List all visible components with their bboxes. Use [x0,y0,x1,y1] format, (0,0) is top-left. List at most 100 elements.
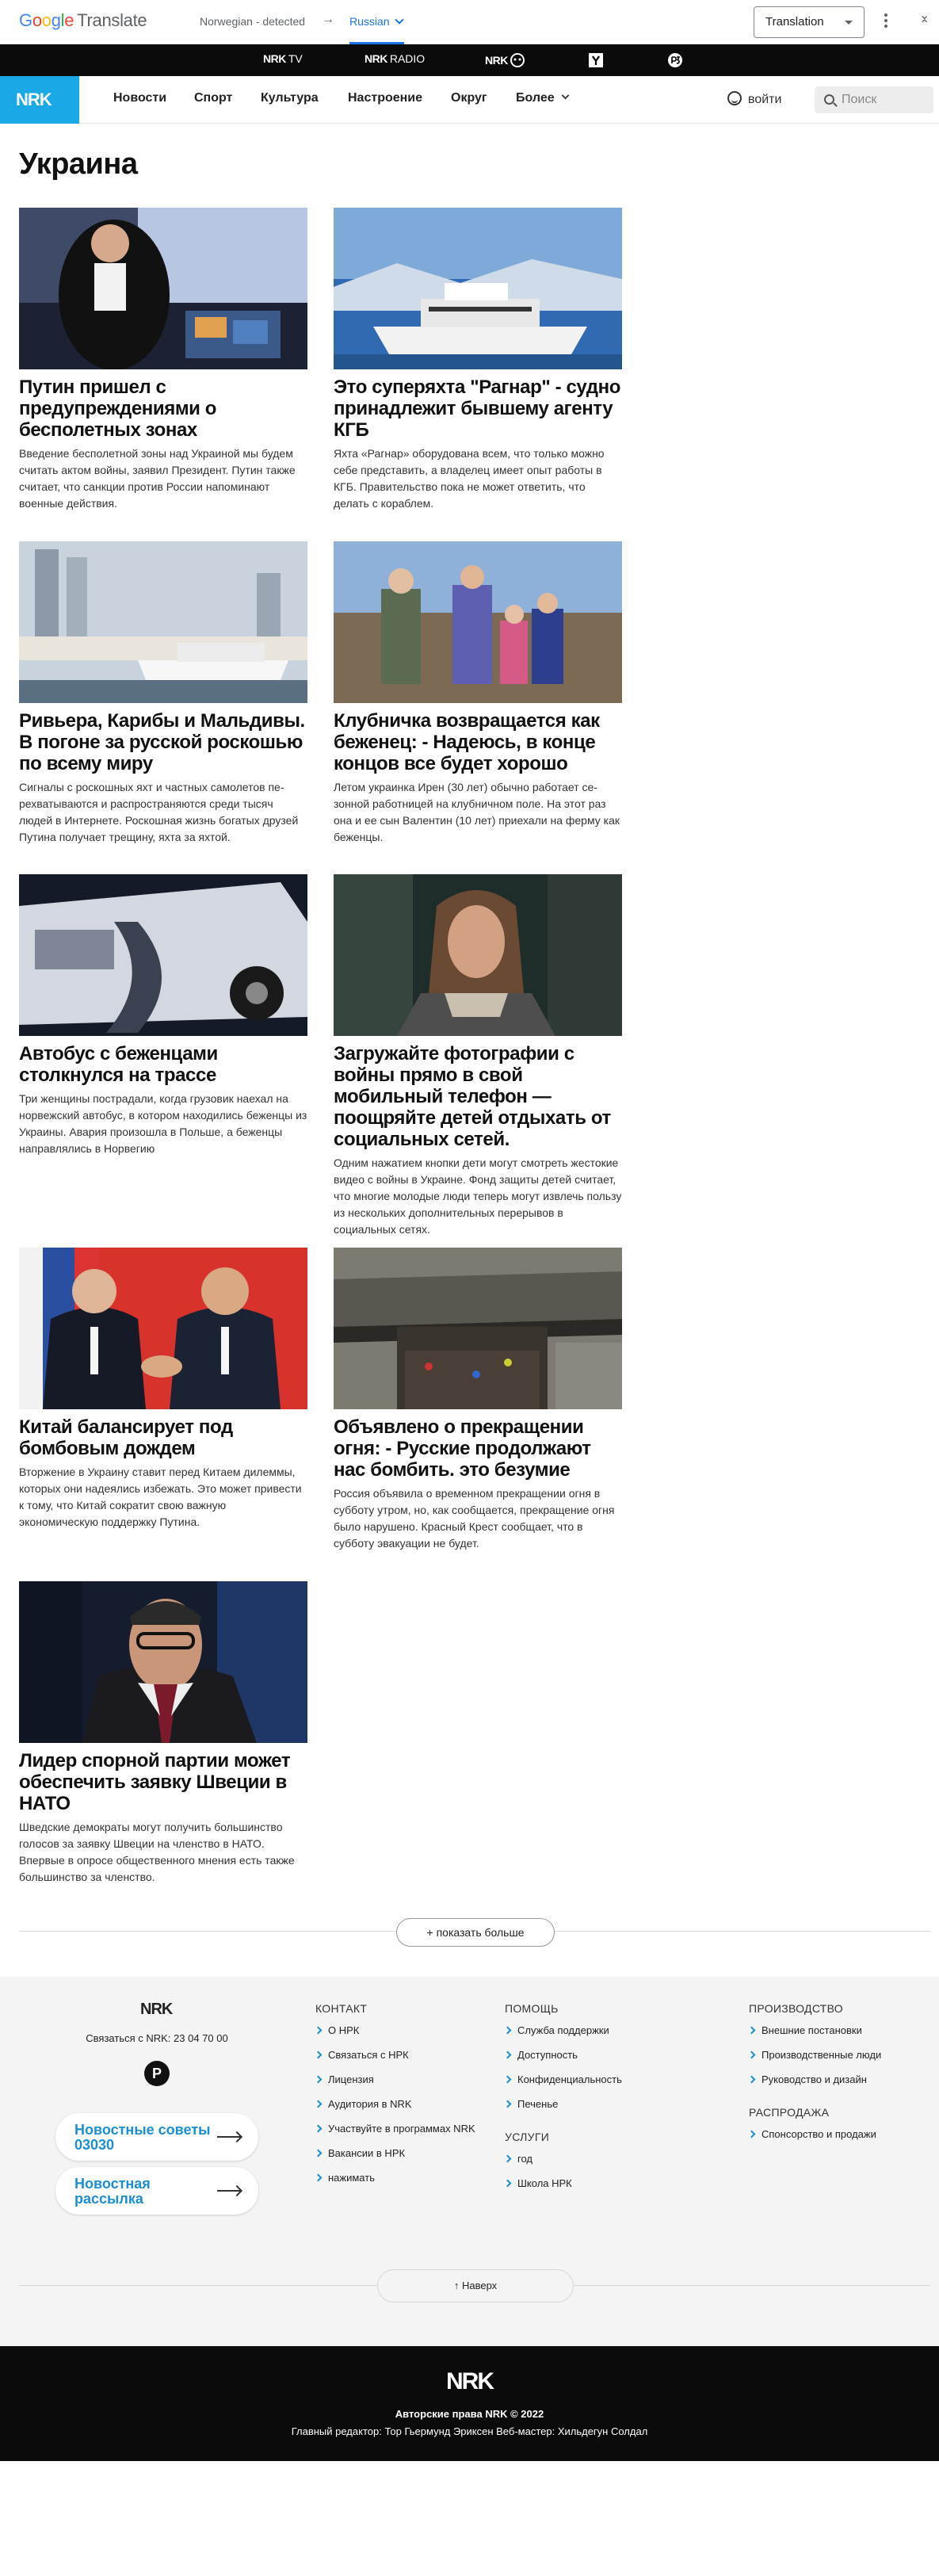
login-label: войти [748,93,782,106]
footer-link[interactable]: год [505,2153,622,2177]
logo-letter: o [41,10,52,30]
footer-heading: Распродажа [749,2106,830,2119]
footer-link[interactable]: нажимать [315,2172,475,2196]
arrow-right-icon: → [322,13,334,26]
google-translate-logo[interactable]: Google Translate [19,10,147,31]
translate-toolbar: Google Translate Norwegian - detected → R… [0,0,939,44]
nav-item-district[interactable]: Округ [451,91,487,105]
article-card[interactable]: Загружайте фотографии с войны прямо в св… [334,874,622,1238]
nav-item-culture[interactable]: Культура [261,91,319,105]
article-title[interactable]: Это суперяхта "Рагнар" - судно принадлеж… [334,376,622,441]
article-card[interactable]: Путин пришел с предупреждениями о беспол… [19,208,307,512]
article-title[interactable]: Лидер спорной партии может обеспечить за… [19,1750,307,1814]
target-language-tab[interactable]: Russian [349,11,404,44]
footer-heading: Помощь [505,2002,559,2015]
copyright-bar: NRK Авторские права NRK © 2022 Главный р… [0,2346,939,2461]
article-title[interactable]: Клубничка возвращается как беженец: - На… [334,710,622,774]
nrk-super-link[interactable]: NRK [485,52,525,68]
article-card[interactable]: Ривьера, Карибы и Мальдивы. В погоне за … [19,541,307,846]
article-card[interactable]: Объявлено о прекращении огня: - Русские … [334,1248,622,1552]
search-input[interactable] [842,91,929,109]
nav-more-label: Более [516,91,555,105]
logo-letter: g [51,10,61,30]
nrk-radio-link[interactable]: NRK RADIO [365,52,425,65]
article-image [334,874,622,1036]
footer-production-column: Производство Внешние постановки Производ… [749,2002,881,2153]
nrk-home-logo[interactable]: NRK [0,76,79,124]
nrk-super-logo: NRK [485,54,508,67]
bottom-nrk-logo: NRK [446,2368,494,2394]
show-more-button[interactable]: + показать больше [396,1918,555,1947]
article-title[interactable]: Загружайте фотографии с войны прямо в св… [334,1043,622,1150]
logo-letter: o [32,10,42,30]
chevron-down-icon [561,91,570,100]
article-title[interactable]: Путин пришел с предупреждениями о беспол… [19,376,307,441]
footer-link[interactable]: О НРК [315,2024,475,2049]
footer-link[interactable]: Производственные люди [749,2049,881,2073]
article-title[interactable]: Китай балансирует под бомбовым дождем [19,1416,307,1459]
footer-link[interactable]: Аудитория в NRK [315,2098,475,2123]
footer-link[interactable]: Руководство и дизайн [749,2073,881,2098]
nrk-services-strip: NRK TV NRK RADIO NRK [0,44,939,76]
yr-icon[interactable] [588,52,604,68]
footer-link[interactable]: Связаться с НРК [315,2049,475,2073]
article-title[interactable]: Автобус с беженцами столкнулся на трассе [19,1043,307,1086]
logo-letter: e [64,10,74,30]
collapse-icon[interactable]: ⌄ ⌃ [919,10,929,32]
footer-link[interactable]: Конфиденциальность [505,2073,622,2098]
footer-link[interactable]: Печенье [505,2098,622,2123]
p3-icon[interactable] [667,52,683,68]
podcast-icon[interactable]: P [144,2061,170,2086]
nrk-tv-link[interactable]: NRK TV [263,52,303,65]
article-image [19,541,307,703]
article-card[interactable]: Это суперяхта "Рагнар" - судно принадлеж… [334,208,622,512]
more-options-icon[interactable] [880,11,892,33]
footer-nrk-logo[interactable]: NRK [140,2001,173,2019]
nrk-radio-label: RADIO [389,52,426,65]
footer-link[interactable]: Лицензия [315,2073,475,2098]
nrk-tv-logo: NRK [263,52,286,65]
chevron-down-icon [394,15,404,25]
footer-heading: Контакт [315,2002,368,2015]
source-language-tab[interactable]: Norwegian - detected [200,15,305,28]
copyright-text: Авторские права NRK © 2022 [395,2408,544,2420]
nrk-tv-label: TV [288,52,303,65]
arrow-right-icon [217,2190,241,2192]
search-icon [824,94,834,105]
footer-link[interactable]: Спонсорство и продажи [749,2128,881,2153]
article-title[interactable]: Ривьера, Карибы и Мальдивы. В погоне за … [19,710,307,774]
user-icon [727,91,742,105]
article-summary: Яхта «Рагнар» оборудована всем, что толь… [334,447,605,510]
main-navigation: NRK Новости Спорт Культура Настроение Ок… [0,76,939,124]
footer-phone: Связаться с NRK: 23 04 70 00 [86,2032,228,2044]
nav-item-mood[interactable]: Настроение [348,91,422,105]
footer-link[interactable]: Доступность [505,2049,622,2073]
footer-link[interactable]: Участвуйте в программах NRK [315,2123,475,2147]
nav-item-news[interactable]: Новости [113,91,166,105]
newsletter-button[interactable]: Новостная рассылка [55,2167,258,2215]
nav-item-more[interactable]: Более [516,91,570,105]
footer-heading: Производство [749,2002,843,2015]
article-card[interactable]: Клубничка возвращается как беженец: - На… [334,541,622,846]
search-box[interactable] [815,86,933,113]
back-to-top-button[interactable]: ↑ Наверх [377,2269,574,2303]
nav-item-sport[interactable]: Спорт [194,91,232,105]
nrk-super-icon [510,53,525,67]
footer-link[interactable]: Служба поддержки [505,2024,622,2049]
article-card[interactable]: Автобус с беженцами столкнулся на трассе… [19,874,307,1157]
site-footer: NRK Связаться с NRK: 23 04 70 00 P Новос… [0,1977,939,2346]
article-card[interactable]: Лидер спорной партии может обеспечить за… [19,1581,307,1886]
translation-mode-select[interactable]: Translation [754,6,865,38]
article-card[interactable]: Китай балансирует под бомбовым дождем Вт… [19,1248,307,1531]
footer-link[interactable]: Школа НРК [505,2177,622,2202]
news-tips-button[interactable]: Новостные советы 03030 [55,2113,258,2161]
logo-letter: G [19,10,32,30]
article-title[interactable]: Объявлено о прекращении огня: - Русские … [334,1416,622,1481]
login-button[interactable]: войти [727,91,781,107]
article-summary: Россия объявила о временном прекращении … [334,1487,615,1550]
footer-link[interactable]: Внешние постановки [749,2024,881,2049]
footer-link[interactable]: Вакансии в НРК [315,2147,475,2172]
nrk-radio-logo: NRK [365,52,387,65]
article-image [334,1248,622,1409]
footer-help-column: Помощь Служба поддержки Доступность Конф… [505,2002,622,2202]
